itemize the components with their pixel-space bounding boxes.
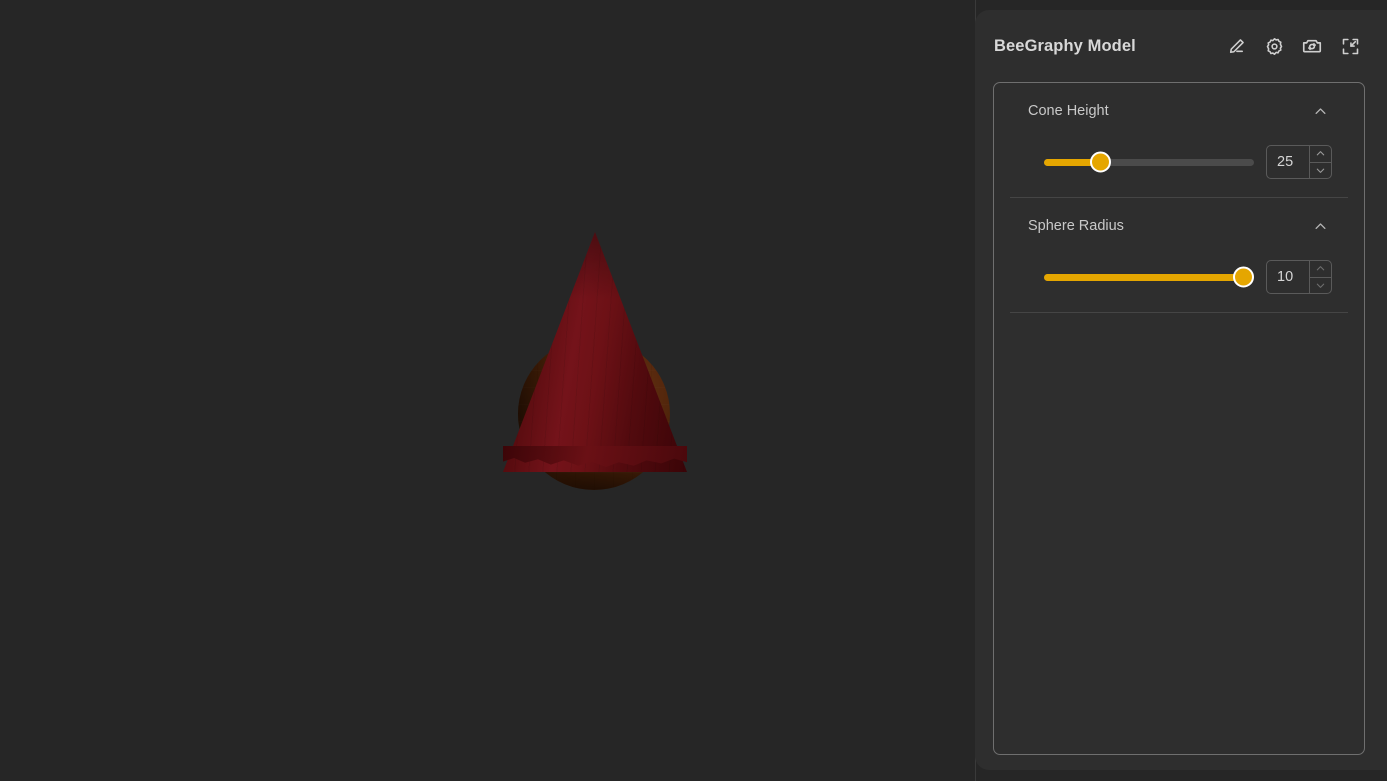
cone-height-stepper[interactable]: 25 [1266, 145, 1332, 179]
cone-height-slider[interactable] [1044, 148, 1254, 176]
camera-icon[interactable] [1301, 35, 1323, 57]
stepper-decrement-button[interactable] [1310, 278, 1331, 294]
page-title: BeeGraphy Model [994, 36, 1136, 55]
cone-height-input[interactable]: 25 [1267, 146, 1309, 178]
section-title: Cone Height [1028, 103, 1109, 119]
stepper-arrows [1309, 146, 1331, 178]
panel-header-actions [1225, 35, 1361, 57]
settings-icon[interactable] [1263, 35, 1285, 57]
parameter-section-cone-height: Cone Height 25 [994, 83, 1364, 197]
section-header[interactable]: Cone Height [1010, 83, 1348, 139]
section-title: Sphere Radius [1028, 218, 1124, 234]
section-body: 25 [1010, 139, 1348, 197]
stepper-increment-button[interactable] [1310, 261, 1331, 278]
parameter-section-sphere-radius: Sphere Radius 10 [994, 198, 1364, 312]
slider-track[interactable] [1044, 151, 1254, 173]
panel-header: BeeGraphy Model [975, 10, 1387, 82]
slider-thumb[interactable] [1233, 266, 1254, 288]
slider-thumb[interactable] [1090, 151, 1112, 173]
chevron-up-icon[interactable] [1310, 101, 1330, 121]
chevron-up-icon[interactable] [1310, 216, 1330, 236]
sphere-radius-slider[interactable] [1044, 263, 1254, 291]
stepper-increment-button[interactable] [1310, 146, 1331, 163]
section-body: 10 [1010, 254, 1348, 312]
sphere-radius-input[interactable]: 10 [1267, 261, 1309, 293]
cone-shading [503, 232, 687, 472]
model-teardrop[interactable] [455, 215, 735, 515]
section-divider [1010, 312, 1348, 313]
stepper-arrows [1309, 261, 1331, 293]
collapse-icon[interactable] [1339, 35, 1361, 57]
app-root: ‹ BeeGraphy Model [0, 0, 1387, 781]
section-header[interactable]: Sphere Radius [1010, 198, 1348, 254]
stepper-decrement-button[interactable] [1310, 163, 1331, 179]
slider-fill [1044, 273, 1244, 281]
model-parameters-panel: BeeGraphy Model Cone Height 25 Sphere Ra… [975, 10, 1387, 770]
sphere-radius-stepper[interactable]: 10 [1266, 260, 1332, 294]
slider-track[interactable] [1044, 266, 1254, 288]
model-cone [503, 232, 687, 472]
parameters-card: Cone Height 25 Sphere Radius 10 [993, 82, 1365, 755]
edit-icon[interactable] [1225, 35, 1247, 57]
